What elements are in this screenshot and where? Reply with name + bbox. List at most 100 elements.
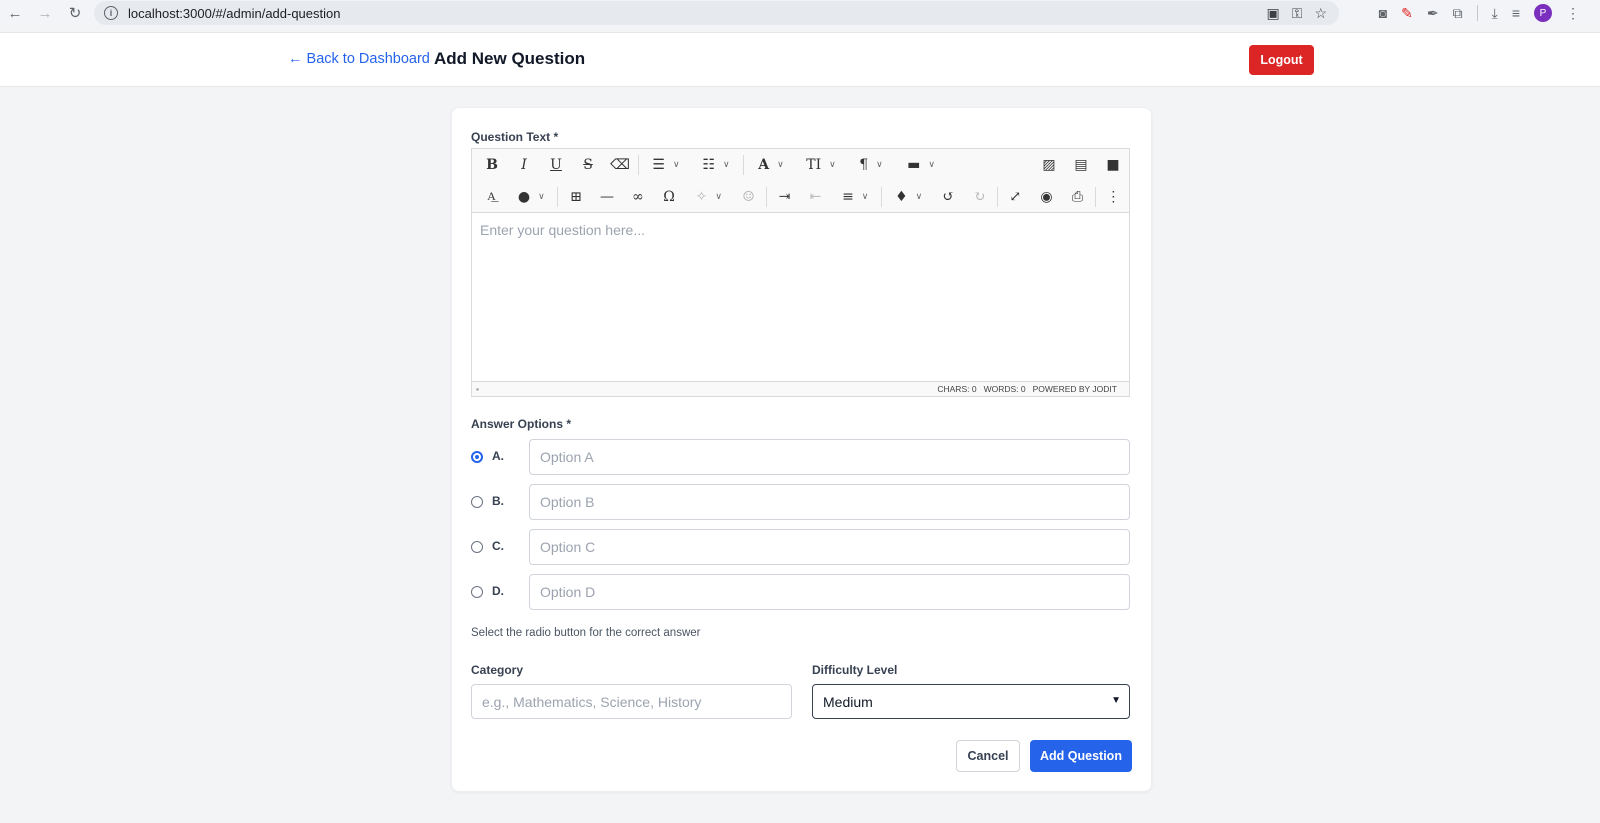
- page-title: Add New Question: [434, 49, 586, 68]
- rich-text-editor: B I U S ⌫ ☰ ∨ ☷ ∨ A ∨ TI ∨ ¶ ∨ ▬ ∨ ▨ ▤ ■ A͟ ● ∨…: [471, 148, 1130, 397]
- eraser-icon[interactable]: ⌫: [604, 151, 636, 179]
- cancel-button[interactable]: Cancel: [956, 740, 1020, 772]
- option-a-letter: A.: [492, 449, 504, 463]
- toolbar-separator: [996, 186, 998, 207]
- add-question-button[interactable]: Add Question: [1030, 740, 1132, 772]
- reload-icon[interactable]: ↻: [60, 0, 90, 26]
- category-input[interactable]: [471, 684, 792, 719]
- underline-icon[interactable]: U: [540, 151, 572, 179]
- ai-commands-icon[interactable]: ☺: [733, 183, 764, 211]
- image-icon[interactable]: ▨: [1033, 151, 1065, 179]
- bullet-list-icon[interactable]: ☰ ∨: [641, 151, 691, 179]
- difficulty-select[interactable]: Medium ▼: [812, 684, 1130, 719]
- italic-icon[interactable]: I: [508, 151, 540, 179]
- option-c-letter: C.: [492, 539, 504, 553]
- option-d-input[interactable]: [529, 574, 1130, 610]
- align-icon[interactable]: ≡ ∨: [831, 183, 879, 211]
- editor-toolbar-row-2: A͟ ● ∨ ⊞ — ∞ Ω ✧ ∨ ☺ ⇥ ⇤ ≡ ∨ ♦ ∨ ↺ ↻ ⤢ ◉ ⎙ ⋮: [472, 181, 1129, 213]
- option-b-input[interactable]: [529, 484, 1130, 520]
- word-count: WORDS: 0: [983, 384, 1026, 394]
- option-c-input[interactable]: [529, 529, 1130, 565]
- editor-stats: CHARS: 0 WORDS: 0 POWERED BY JODIT: [937, 384, 1117, 394]
- file-icon[interactable]: ▤: [1065, 151, 1097, 179]
- editor-placeholder: Enter your question here...: [480, 222, 645, 238]
- powered-by-link[interactable]: POWERED BY JODIT: [1033, 384, 1117, 394]
- option-row-b: B.: [471, 484, 1130, 520]
- toolbar-separator: [557, 186, 559, 207]
- difficulty-selected-value: Medium: [823, 693, 873, 710]
- password-key-icon[interactable]: ⚿: [1292, 5, 1303, 22]
- question-text-area[interactable]: Enter your question here...: [472, 214, 1129, 381]
- camera-icon[interactable]: ◙: [1379, 5, 1387, 21]
- toolbar-separator: [881, 186, 883, 207]
- symbol-icon[interactable]: Ω: [654, 183, 685, 211]
- undo-icon[interactable]: ↺: [933, 183, 964, 211]
- option-a-input[interactable]: [529, 439, 1130, 475]
- more-icon[interactable]: ⋮: [1098, 183, 1129, 211]
- ai-assistant-icon[interactable]: ✧ ∨: [685, 183, 733, 211]
- correct-answer-hint: Select the radio button for the correct …: [471, 627, 701, 639]
- classes-icon[interactable]: ▬ ∨: [896, 151, 946, 179]
- site-info-icon[interactable]: i: [104, 6, 118, 20]
- option-d-letter: D.: [492, 584, 504, 598]
- video-icon[interactable]: ■: [1097, 151, 1129, 179]
- indent-icon[interactable]: ⇥: [769, 183, 800, 211]
- pen-extension-icon[interactable]: ✎: [1401, 5, 1413, 22]
- toolbar-separator: [766, 186, 767, 207]
- answer-options-label: Answer Options *: [471, 417, 572, 431]
- strikethrough-icon[interactable]: S: [572, 151, 604, 179]
- omnibox-actions: ▣ ⚿ ☆: [1267, 1, 1327, 25]
- browser-toolbar: ← → ↻ i localhost:3000/#/admin/add-quest…: [0, 0, 1600, 26]
- back-to-dashboard-link[interactable]: ← Back to Dashboard: [288, 51, 430, 67]
- option-d-radio[interactable]: [471, 586, 483, 598]
- option-row-a: A.: [471, 439, 1130, 475]
- microphone-icon[interactable]: ● ∨: [507, 183, 555, 211]
- puzzle-extensions-icon[interactable]: ⧉: [1453, 5, 1463, 22]
- bold-icon[interactable]: B: [476, 151, 508, 179]
- question-text-label: Question Text *: [471, 130, 559, 144]
- editor-status-bar: ▪ CHARS: 0 WORDS: 0 POWERED BY JODIT: [472, 381, 1129, 396]
- font-size-icon[interactable]: TI ∨: [796, 151, 846, 179]
- profile-avatar[interactable]: P: [1534, 4, 1552, 22]
- eyedropper-icon[interactable]: ✒: [1427, 5, 1439, 22]
- install-app-icon[interactable]: ▣: [1267, 5, 1280, 22]
- paragraph-icon[interactable]: ¶ ∨: [846, 151, 896, 179]
- option-b-radio[interactable]: [471, 496, 483, 508]
- link-icon[interactable]: ∞: [622, 183, 653, 211]
- option-a-radio[interactable]: [471, 451, 483, 463]
- extension-icons: ◙ ✎ ✒ ⧉ ⤓ ≡ P ⋮: [1379, 0, 1580, 26]
- option-row-c: C.: [471, 529, 1130, 565]
- difficulty-label: Difficulty Level: [812, 663, 898, 677]
- toolbar-divider: [1476, 5, 1478, 21]
- brush-icon[interactable]: ♦ ∨: [884, 183, 932, 211]
- forward-arrow-icon[interactable]: →: [30, 0, 60, 26]
- table-icon[interactable]: ⊞: [560, 183, 591, 211]
- option-b-letter: B.: [492, 494, 504, 508]
- category-label: Category: [471, 663, 524, 677]
- download-icon[interactable]: ⤓: [1492, 5, 1498, 22]
- fullsize-icon[interactable]: ⤢: [1000, 183, 1031, 211]
- print-icon[interactable]: ⎙: [1062, 183, 1093, 211]
- chevron-down-icon: ▼: [1111, 695, 1121, 706]
- app-header: ← Back to Dashboard Add New Question Log…: [0, 32, 1600, 87]
- option-c-radio[interactable]: [471, 541, 483, 553]
- toolbar-separator: [638, 155, 639, 175]
- redo-icon[interactable]: ↻: [964, 183, 995, 211]
- preview-icon[interactable]: ◉: [1031, 183, 1062, 211]
- horizontal-rule-icon[interactable]: —: [591, 183, 622, 211]
- logout-button[interactable]: Logout: [1249, 45, 1314, 75]
- menu-kebab-icon[interactable]: ⋮: [1566, 5, 1580, 22]
- spellcheck-icon[interactable]: A͟: [476, 183, 507, 211]
- outdent-icon[interactable]: ⇤: [800, 183, 831, 211]
- bookmark-star-icon[interactable]: ☆: [1314, 5, 1327, 22]
- back-arrow-icon[interactable]: ←: [0, 0, 30, 26]
- url-text[interactable]: localhost:3000/#/admin/add-question: [128, 6, 340, 21]
- resize-handle-icon[interactable]: ▪: [476, 384, 479, 394]
- address-bar[interactable]: i localhost:3000/#/admin/add-question ▣ …: [94, 1, 1339, 25]
- option-row-d: D.: [471, 574, 1130, 610]
- font-color-icon[interactable]: A ∨: [746, 151, 796, 179]
- numbered-list-icon[interactable]: ☷ ∨: [691, 151, 741, 179]
- media-list-icon[interactable]: ≡: [1512, 5, 1520, 21]
- add-question-card: Question Text * B I U S ⌫ ☰ ∨ ☷ ∨ A ∨ TI ∨ ¶…: [451, 107, 1152, 792]
- char-count: CHARS: 0: [937, 384, 977, 394]
